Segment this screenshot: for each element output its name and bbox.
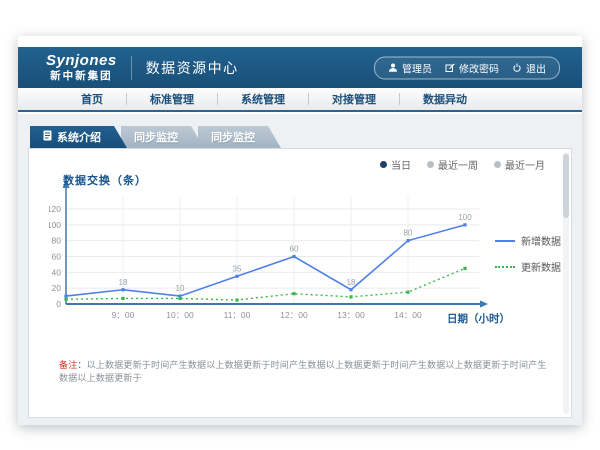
svg-text:100: 100 bbox=[458, 213, 472, 222]
brand-logo[interactable]: Synjones 新中新集团 bbox=[46, 53, 117, 82]
svg-text:60: 60 bbox=[290, 245, 299, 254]
legend-item-new-data[interactable]: 新增数据 bbox=[495, 233, 561, 248]
radio-dot bbox=[494, 161, 501, 168]
solid-line-swatch bbox=[495, 240, 515, 242]
tab-system-intro[interactable]: 系统介绍 bbox=[30, 126, 127, 148]
tab-label: 系统介绍 bbox=[57, 129, 101, 145]
svg-text:18: 18 bbox=[119, 278, 128, 287]
scrollbar-thumb[interactable] bbox=[563, 154, 569, 218]
main-nav: 首页 标准管理 系统管理 对接管理 数据异动 bbox=[18, 88, 582, 112]
legend-item-updated-data[interactable]: 更新数据 bbox=[495, 259, 561, 274]
svg-text:35: 35 bbox=[233, 264, 242, 273]
svg-text:10：00: 10：00 bbox=[166, 310, 194, 320]
user-icon bbox=[388, 63, 398, 73]
svg-text:18: 18 bbox=[347, 278, 356, 287]
logout-button[interactable]: 退出 bbox=[512, 60, 546, 75]
svg-text:80: 80 bbox=[52, 236, 62, 246]
brand-logo-cn: 新中新集团 bbox=[46, 71, 117, 82]
nav-item-home[interactable]: 首页 bbox=[58, 91, 126, 107]
panel-scrollbar[interactable] bbox=[563, 152, 569, 414]
page-title: 数据资源中心 bbox=[146, 58, 239, 78]
tab-label: 同步监控 bbox=[134, 129, 178, 145]
radio-dot bbox=[427, 161, 434, 168]
legend-label: 更新数据 bbox=[521, 259, 561, 274]
nav-item-system-mgmt[interactable]: 系统管理 bbox=[218, 91, 308, 107]
svg-text:60: 60 bbox=[52, 252, 62, 262]
line-chart: 0 20 40 60 80 100 120 9：00 10：00 11：00 12：00 13：00 1… bbox=[49, 171, 529, 331]
svg-text:11：00: 11：00 bbox=[224, 310, 251, 320]
document-icon bbox=[43, 130, 52, 144]
svg-text:80: 80 bbox=[404, 229, 413, 238]
app-header: Synjones 新中新集团 数据资源中心 管理员 修改密码 退出 bbox=[18, 47, 582, 88]
svg-text:40: 40 bbox=[52, 267, 62, 277]
dotted-line-swatch bbox=[495, 266, 515, 268]
filter-last-month[interactable]: 最近一月 bbox=[494, 157, 545, 172]
radio-dot bbox=[380, 161, 387, 168]
change-password-label: 修改密码 bbox=[459, 60, 499, 75]
change-password-button[interactable]: 修改密码 bbox=[445, 60, 499, 75]
edit-icon bbox=[445, 63, 455, 73]
header-divider bbox=[131, 56, 132, 80]
svg-text:13：00: 13：00 bbox=[337, 310, 365, 320]
svg-text:14：00: 14：00 bbox=[394, 310, 422, 320]
tab-label: 同步监控 bbox=[211, 129, 255, 145]
content-area: 系统介绍 同步监控 同步监控 当日 最近一周 bbox=[18, 114, 582, 425]
filter-last-month-label: 最近一月 bbox=[505, 157, 545, 172]
svg-text:日期（小时）: 日期（小时） bbox=[447, 312, 510, 325]
logout-label: 退出 bbox=[526, 60, 546, 75]
footnote-text: 以上数据更新于时间产生数据以上数据更新于时间产生数据以上数据更新于时间产生数据以… bbox=[59, 360, 547, 383]
nav-item-standard-mgmt[interactable]: 标准管理 bbox=[127, 91, 217, 107]
svg-text:0: 0 bbox=[56, 299, 61, 309]
filter-last-week[interactable]: 最近一周 bbox=[427, 157, 478, 172]
svg-text:10: 10 bbox=[176, 284, 185, 293]
user-menu-admin-label: 管理员 bbox=[402, 60, 432, 75]
chart-panel: 当日 最近一周 最近一月 数据交换（条） 0 20 40 60 80 100 120 9：00… bbox=[28, 148, 572, 418]
svg-text:120: 120 bbox=[49, 204, 61, 214]
nav-item-data-change[interactable]: 数据异动 bbox=[400, 91, 490, 107]
tab-bar: 系统介绍 同步监控 同步监控 bbox=[30, 126, 275, 148]
legend-label: 新增数据 bbox=[521, 233, 561, 248]
time-range-filters: 当日 最近一周 最近一月 bbox=[380, 157, 545, 172]
footnote-prefix: 备注： bbox=[59, 360, 87, 370]
power-icon bbox=[512, 63, 522, 73]
chart-legend: 新增数据 更新数据 bbox=[495, 233, 561, 285]
user-menu-admin[interactable]: 管理员 bbox=[388, 60, 432, 75]
app-window: Synjones 新中新集团 数据资源中心 管理员 修改密码 退出 首页 标准管… bbox=[18, 36, 582, 425]
tab-sync-monitor-2[interactable]: 同步监控 bbox=[198, 126, 281, 148]
tab-sync-monitor-1[interactable]: 同步监控 bbox=[121, 126, 204, 148]
user-toolbar: 管理员 修改密码 退出 bbox=[374, 56, 560, 79]
brand-logo-en: Synjones bbox=[46, 53, 117, 68]
filter-today[interactable]: 当日 bbox=[380, 157, 411, 172]
svg-text:100: 100 bbox=[49, 220, 61, 230]
filter-last-week-label: 最近一周 bbox=[438, 157, 478, 172]
svg-text:20: 20 bbox=[52, 283, 62, 293]
svg-text:9：00: 9：00 bbox=[112, 310, 135, 320]
nav-item-interface-mgmt[interactable]: 对接管理 bbox=[309, 91, 399, 107]
chart-y-axis-title: 数据交换（条） bbox=[63, 172, 147, 188]
footnote: 备注：以上数据更新于时间产生数据以上数据更新于时间产生数据以上数据更新于时间产生… bbox=[59, 359, 549, 384]
svg-text:12：00: 12：00 bbox=[280, 310, 308, 320]
filter-today-label: 当日 bbox=[391, 157, 411, 172]
